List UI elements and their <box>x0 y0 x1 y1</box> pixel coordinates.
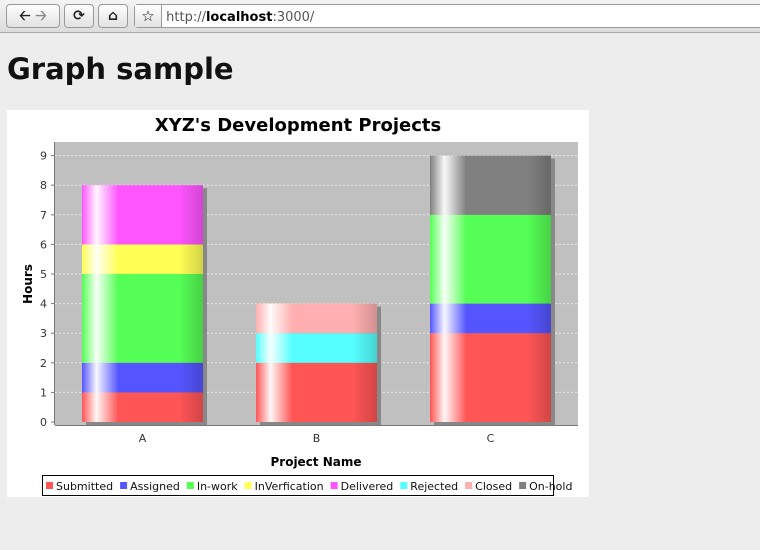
chart: XYZ's Development Projects 0 1 2 3 4 5 6 7 8 9 A B C… <box>7 110 589 497</box>
y-tick-label: 6 <box>40 238 47 251</box>
x-tick-label: C <box>487 432 495 445</box>
y-tick-label: 3 <box>40 327 47 340</box>
legend-item: Rejected <box>410 480 458 493</box>
page-title: Graph sample <box>7 52 234 86</box>
y-tick-label: 5 <box>40 268 47 281</box>
back-forward-group: 🡠 🡢 <box>6 4 60 28</box>
y-tick-label: 1 <box>40 386 47 399</box>
home-icon: ⌂ <box>107 8 119 24</box>
y-tick-label: 7 <box>40 209 47 222</box>
legend-item: Assigned <box>130 480 180 493</box>
legend-item: Delivered <box>341 480 394 493</box>
legend-item: Submitted <box>56 480 113 493</box>
reload-button[interactable]: ⟳ <box>64 4 94 28</box>
legend-swatch <box>519 482 527 489</box>
x-axis-label: Project Name <box>270 455 361 469</box>
url-prefix: http:// <box>166 10 206 25</box>
browser-toolbar: 🡠 🡢 ⟳ ⌂ ☆ http://localhost:3000/ <box>0 0 760 33</box>
bar-highlight <box>430 155 551 422</box>
y-tick-label: 0 <box>40 416 47 429</box>
legend-item: In-work <box>197 480 238 493</box>
url-bar[interactable]: ☆ http://localhost:3000/ <box>134 4 760 28</box>
legend-swatch <box>120 482 128 489</box>
y-tick-label: 9 <box>40 150 47 163</box>
reload-icon: ⟳ <box>73 8 85 24</box>
legend-swatch <box>330 482 338 489</box>
legend-item: Closed <box>475 480 512 493</box>
home-button[interactable]: ⌂ <box>98 4 128 28</box>
legend-swatch <box>186 482 194 489</box>
url-host: localhost <box>205 10 273 25</box>
bar-highlight <box>82 185 203 422</box>
y-tick-label: 2 <box>40 357 47 370</box>
bar-highlight <box>256 303 377 422</box>
back-icon[interactable]: 🡠 <box>19 8 30 24</box>
forward-icon[interactable]: 🡢 <box>35 8 46 24</box>
legend-swatch <box>46 482 53 489</box>
legend-item: On-hold <box>529 480 572 493</box>
legend-swatch <box>400 482 408 489</box>
url-rest: :3000/ <box>272 10 315 25</box>
y-tick-label: 8 <box>40 179 47 192</box>
legend-swatch <box>465 482 473 489</box>
x-tick-label: B <box>313 432 321 445</box>
y-tick-label: 4 <box>40 298 47 311</box>
star-icon[interactable]: ☆ <box>135 5 162 27</box>
legend-swatch <box>244 482 252 489</box>
legend-item: InVerfication <box>255 480 324 493</box>
chart-title: XYZ's Development Projects <box>155 115 441 136</box>
y-axis-label: Hours <box>21 264 35 304</box>
x-tick-label: A <box>139 432 147 445</box>
